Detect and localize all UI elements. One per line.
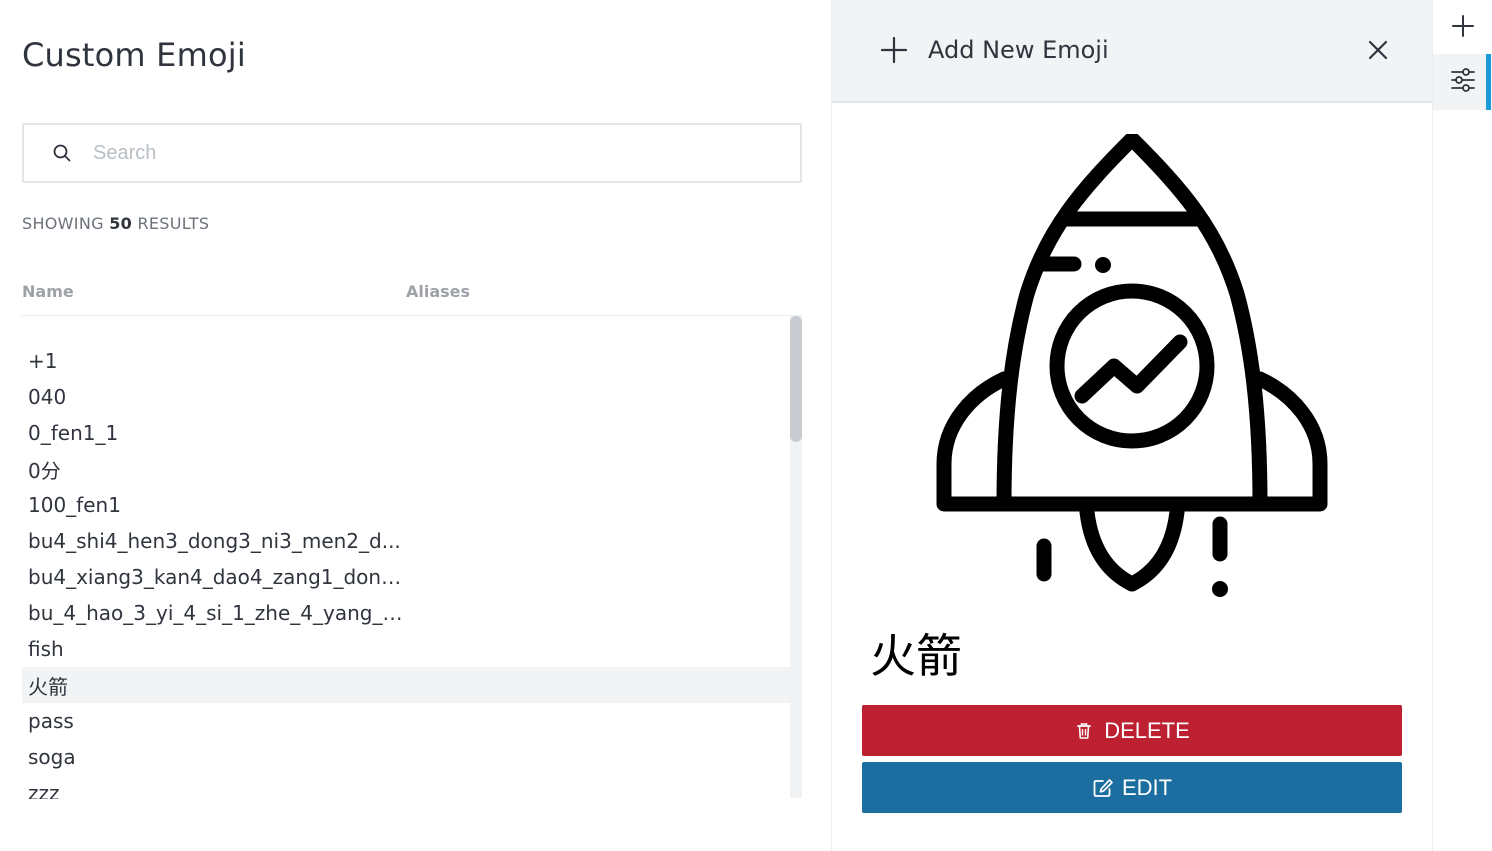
table-row[interactable]: bu4_shi4_hen3_dong3_ni3_men2_d... <box>22 523 790 559</box>
plus-icon <box>1451 14 1475 43</box>
table-row[interactable]: 0_fen1_1 <box>22 415 790 451</box>
edit-button[interactable]: EDIT <box>862 762 1402 813</box>
results-number: 50 <box>109 214 133 233</box>
table-row[interactable]: +1 <box>22 343 790 379</box>
column-header-aliases[interactable]: Aliases <box>406 282 470 301</box>
table-row[interactable]: pass <box>22 703 790 739</box>
active-tool-indicator <box>1486 54 1491 110</box>
right-toolbar <box>1432 0 1492 851</box>
emoji-name-cell: fish <box>28 637 64 661</box>
emoji-name-cell: 100_fen1 <box>28 493 121 517</box>
emoji-name-cell: 040 <box>28 385 67 409</box>
table-row[interactable]: bu_4_hao_3_yi_4_si_1_zhe_4_yang_4_... <box>22 595 790 631</box>
emoji-name-cell: zzz <box>28 781 60 799</box>
emoji-name-cell: +1 <box>28 349 58 373</box>
table-row[interactable]: 0分 <box>22 451 790 487</box>
detail-header-title: Add New Emoji <box>928 36 1109 64</box>
emoji-name-cell: 0_fen1_1 <box>28 421 119 445</box>
search-box[interactable] <box>22 123 802 183</box>
emoji-detail-panel: Add New Emoji 火箭 DELETE EDIT <box>832 0 1432 851</box>
search-input[interactable] <box>93 141 733 165</box>
delete-button-label: DELETE <box>1104 717 1190 743</box>
search-icon <box>52 143 72 163</box>
close-icon[interactable] <box>1366 38 1390 62</box>
edit-icon <box>1092 778 1113 798</box>
emoji-name-cell: pass <box>28 709 74 733</box>
edit-button-label: EDIT <box>1121 774 1173 800</box>
table-row[interactable]: soga <box>22 739 790 775</box>
table-row[interactable]: fish <box>22 631 790 667</box>
emoji-name-cell: 火箭 <box>28 674 68 699</box>
delete-button[interactable]: DELETE <box>862 705 1402 756</box>
rocket-icon <box>932 131 1332 599</box>
results-count: SHOWING 50 RESULTS <box>22 214 209 233</box>
emoji-name-cell: soga <box>28 745 76 769</box>
trash-icon <box>1074 721 1094 741</box>
table-row[interactable]: 100_fen1 <box>22 487 790 523</box>
emoji-table-body: +1 040 0_fen1_1 0分 100_fen1 bu4_shi4_hen3_don… <box>22 343 790 799</box>
emoji-name-cell: bu4_shi4_hen3_dong3_ni3_men2_d... <box>28 529 401 553</box>
results-suffix: RESULTS <box>137 214 210 233</box>
plus-icon <box>880 36 908 64</box>
emoji-name: 火箭 <box>870 629 962 683</box>
emoji-name-cell: bu_4_hao_3_yi_4_si_1_zhe_4_yang_4_... <box>28 601 412 625</box>
emoji-name-cell: bu4_xiang3_kan4_dao4_zang1_dong... <box>28 565 412 589</box>
page-title: Custom Emoji <box>22 36 246 74</box>
scrollbar-thumb[interactable] <box>790 316 802 442</box>
detail-header: Add New Emoji <box>832 0 1432 103</box>
table-row[interactable]: bu4_xiang3_kan4_dao4_zang1_dong... <box>22 559 790 595</box>
table-row[interactable]: 040 <box>22 379 790 415</box>
toolbar-sliders-button[interactable] <box>1433 54 1492 110</box>
toolbar-add-button[interactable] <box>1433 0 1492 56</box>
results-prefix: SHOWING <box>22 214 104 233</box>
table-row[interactable]: zzz <box>22 775 790 799</box>
emoji-name-cell: 0分 <box>28 458 61 483</box>
sliders-icon <box>1450 67 1476 98</box>
list-scrollbar[interactable] <box>790 316 802 798</box>
emoji-list-panel: Custom Emoji SHOWING 50 RESULTS Name Ali… <box>0 0 832 851</box>
table-header: Name Aliases <box>22 282 802 316</box>
table-row[interactable]: 火箭 <box>22 667 790 703</box>
column-header-name[interactable]: Name <box>22 282 74 301</box>
